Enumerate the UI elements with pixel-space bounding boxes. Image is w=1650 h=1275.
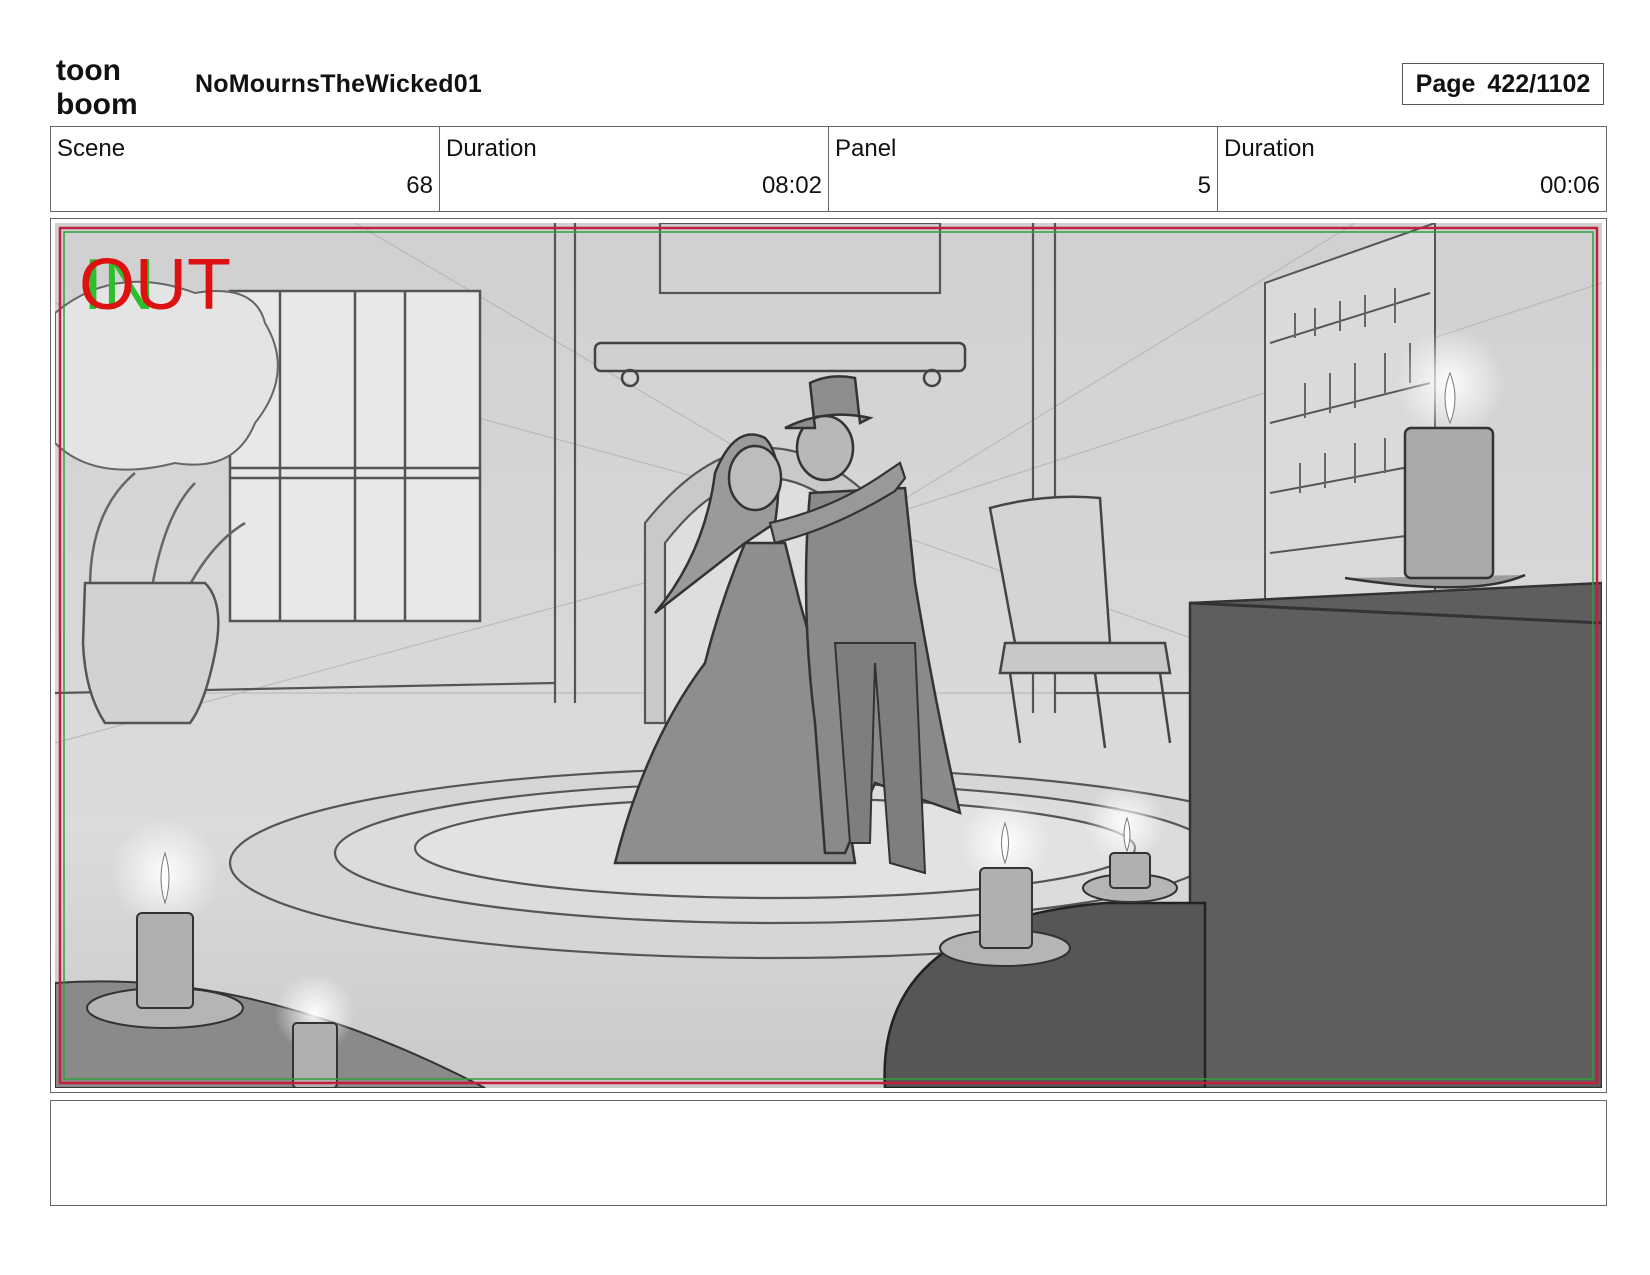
page-label: Page: [1415, 69, 1476, 98]
scene-label: Scene: [57, 135, 126, 162]
storyboard-panel: IN OUT: [50, 218, 1607, 1093]
scene-info-row: Scene 68 Duration 08:02 Panel 5 Duration…: [50, 126, 1607, 212]
scene-value: 68: [406, 172, 433, 199]
panel-value: 5: [1197, 172, 1211, 199]
panel-duration-label: Duration: [1224, 135, 1315, 162]
page-number: 422/1102: [1487, 69, 1591, 98]
panel-cell: Panel 5: [829, 127, 1218, 211]
page-indicator: Page 422/1102: [1402, 63, 1604, 105]
logo-text-top: toon: [56, 54, 121, 87]
logo-text-bottom: boom: [56, 88, 138, 118]
panel-sketch: [55, 223, 1602, 1088]
dark-cabinet: [1188, 581, 1602, 1088]
scene-duration-label: Duration: [446, 135, 537, 162]
toonboom-logo: toon boom: [54, 54, 172, 121]
panel-duration-cell: Duration 00:06: [1218, 127, 1606, 211]
panel-label: Panel: [835, 135, 897, 162]
panel-duration-value: 00:06: [1539, 172, 1600, 199]
project-title: NoMournsTheWicked01: [195, 70, 482, 98]
scene-duration-value: 08:02: [761, 172, 822, 199]
logo-graphic: toon boom: [56, 54, 138, 121]
scene-duration-cell: Duration 08:02: [440, 127, 829, 211]
out-marker: OUT: [79, 245, 231, 325]
scene-cell: Scene 68: [51, 127, 440, 211]
panel-notes-box[interactable]: [50, 1100, 1607, 1206]
